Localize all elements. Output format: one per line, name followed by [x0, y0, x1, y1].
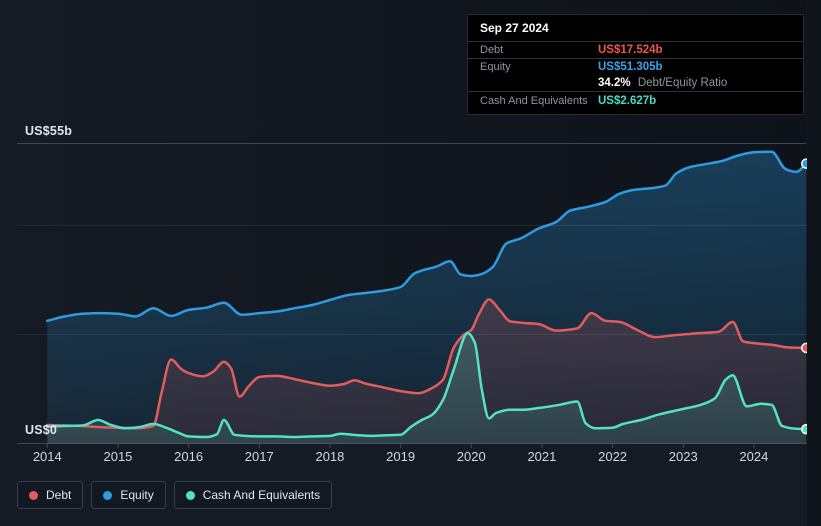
legend-item-cash[interactable]: Cash And Equivalents	[173, 481, 333, 509]
debt-endpoint-marker	[800, 342, 807, 354]
x-axis-year-label-2023: 2023	[668, 449, 698, 464]
x-axis-year-label-2021: 2021	[527, 449, 557, 464]
tooltip-debt-equity-ratio: 34.2% Debt/Equity Ratio	[598, 76, 791, 90]
cash-color-dot-icon	[185, 490, 195, 500]
tooltip-debt-label: Debt	[480, 44, 504, 56]
legend-equity-label: Equity	[120, 488, 154, 502]
y-axis-max-label: US$55b	[25, 124, 73, 138]
legend-item-equity[interactable]: Equity	[91, 481, 166, 509]
legend-cash-label: Cash And Equivalents	[202, 488, 321, 502]
tooltip-equity-label: Equity	[480, 61, 511, 73]
x-axis-year-label-2015: 2015	[103, 449, 133, 464]
tooltip-equity-value: US$51.305b	[598, 61, 663, 73]
tooltip-row-debt: Debt US$17.524b	[468, 41, 803, 58]
tooltip-ratio-value: 34.2%	[598, 77, 631, 89]
page: { "colors": { "debt": "#e15d5d", "equity…	[0, 0, 821, 526]
x-axis-year-label-2016: 2016	[174, 449, 204, 464]
x-axis-year-label-2019: 2019	[386, 449, 416, 464]
x-axis-year-label-2014: 2014	[32, 449, 62, 464]
tooltip-cash-label: Cash And Equivalents	[480, 95, 588, 107]
chart-tooltip: Sep 27 2024 Debt US$17.524b Equity US$51…	[467, 14, 804, 115]
x-axis-year-label-2018: 2018	[315, 449, 345, 464]
x-axis-year-label-2024: 2024	[739, 449, 769, 464]
debt-color-dot-icon	[29, 490, 38, 500]
equity-endpoint-marker	[800, 158, 807, 169]
tooltip-row-equity: Equity US$51.305b	[468, 58, 803, 75]
y-axis-zero-label: US$0	[25, 423, 58, 437]
debt-equity-history-panel: US$55b US$0 2014 2015 2016 2017 2018 2019 2020…	[0, 0, 807, 526]
legend-debt-label: Debt	[46, 488, 72, 502]
cash-endpoint-marker	[800, 423, 807, 435]
chart-legend: Debt Equity Cash And Equivalents	[17, 481, 333, 509]
x-axis-year-label-2022: 2022	[598, 449, 628, 464]
tooltip-ratio-label: Debt/Equity Ratio	[637, 77, 728, 89]
tooltip-cash-value: US$2.627b	[598, 95, 657, 107]
x-axis-year-label-2017: 2017	[244, 449, 274, 464]
tooltip-row-ratio: 34.2% Debt/Equity Ratio	[468, 75, 803, 91]
legend-item-debt[interactable]: Debt	[17, 481, 84, 509]
tooltip-date: Sep 27 2024	[480, 21, 549, 35]
equity-color-dot-icon	[103, 490, 113, 500]
tooltip-row-cash: Cash And Equivalents US$2.627b	[468, 91, 803, 114]
tooltip-debt-value: US$17.524b	[598, 44, 663, 56]
x-axis-year-label-2020: 2020	[456, 449, 486, 464]
